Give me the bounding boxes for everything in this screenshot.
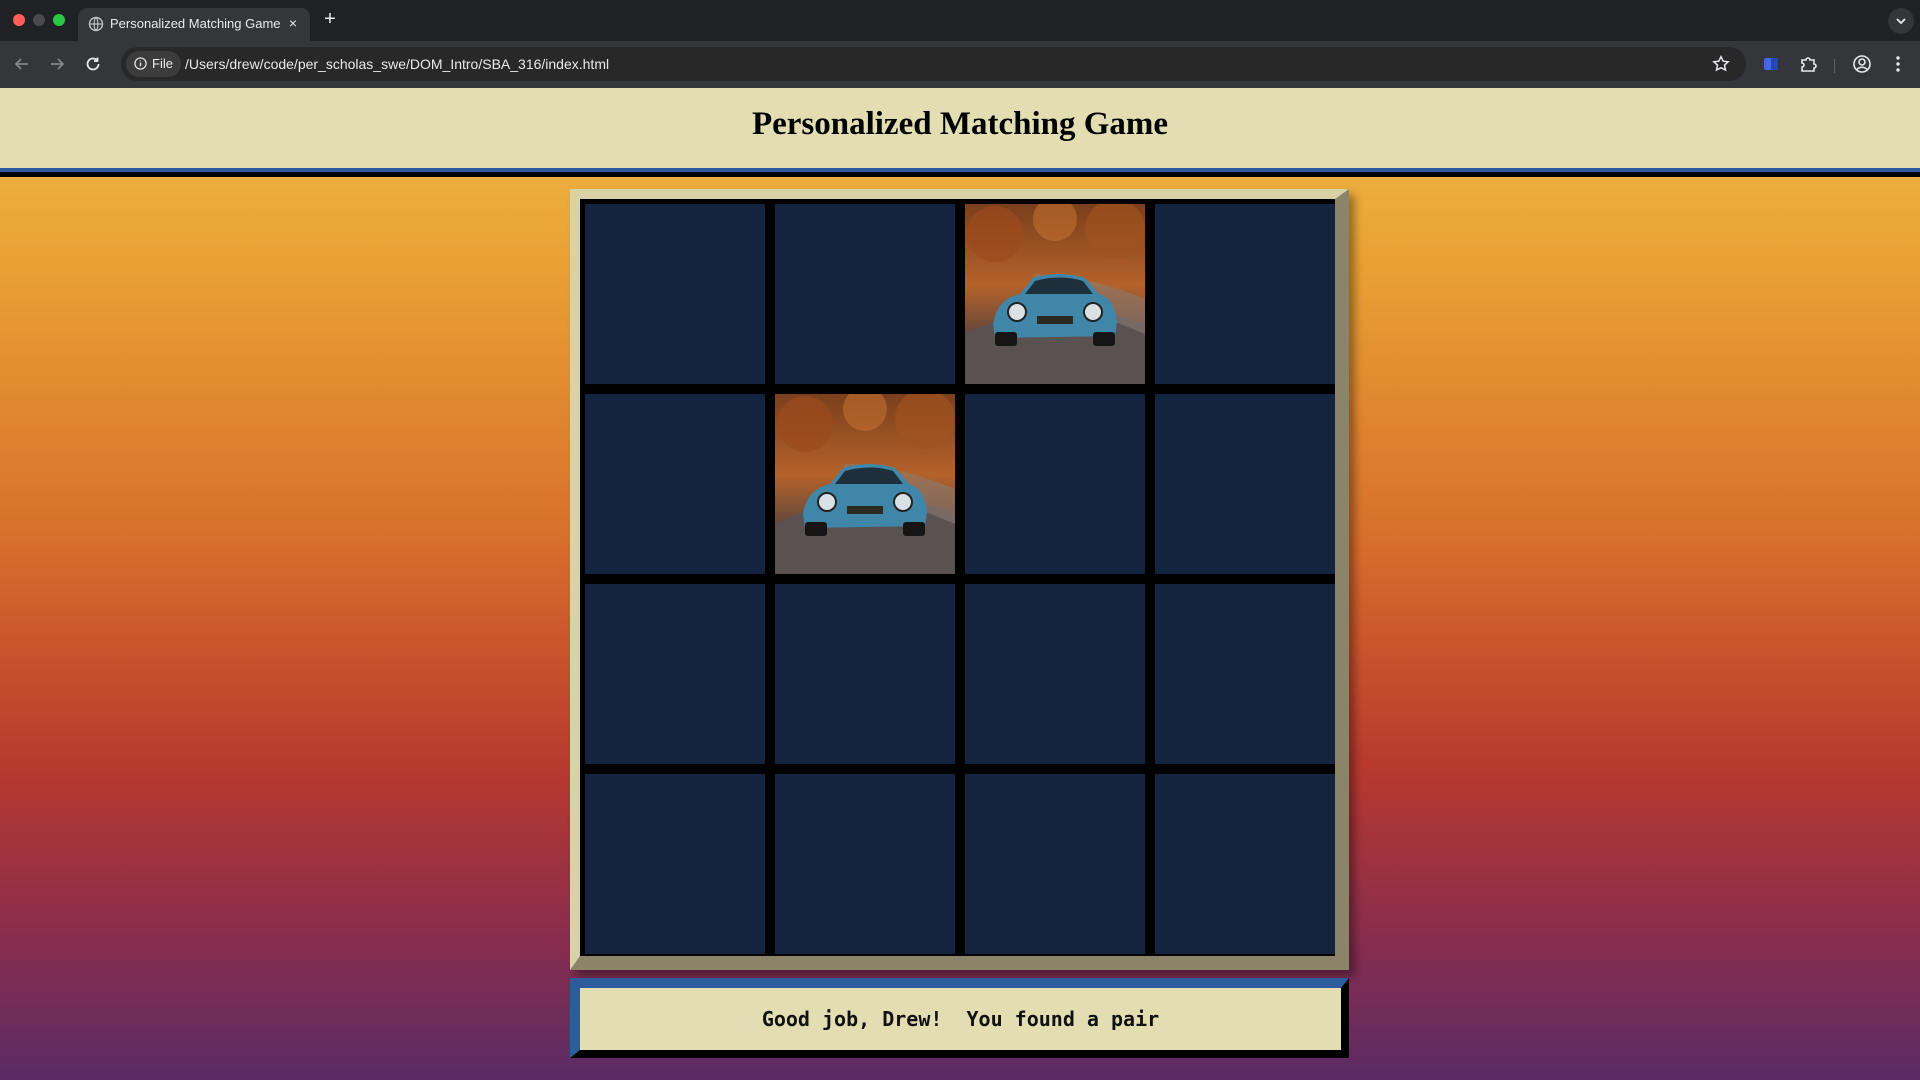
car-image — [775, 394, 955, 574]
address-bar[interactable]: File /Users/drew/code/per_scholas_swe/DO… — [121, 47, 1746, 81]
forward-button[interactable] — [44, 51, 70, 77]
card-r4-c1[interactable] — [585, 774, 765, 954]
tab-search-button[interactable] — [1888, 8, 1914, 34]
close-window-button[interactable] — [13, 14, 25, 26]
arrow-left-icon — [14, 58, 28, 70]
card-r4-c2[interactable] — [775, 774, 955, 954]
site-chip-label: File — [152, 56, 173, 71]
minimize-window-button[interactable] — [33, 14, 45, 26]
kebab-menu-icon[interactable] — [1886, 52, 1910, 76]
page-title: Personalized Matching Game — [751, 106, 1169, 142]
game-board — [570, 189, 1349, 970]
reload-icon — [86, 57, 100, 71]
browser-tab-bar: Personalized Matching Game × + — [0, 0, 1920, 41]
card-r2-c3[interactable] — [965, 394, 1145, 574]
card-r3-c4[interactable] — [1155, 584, 1335, 764]
reload-button[interactable] — [80, 51, 106, 77]
profile-icon[interactable] — [1850, 52, 1874, 76]
toolbar-divider — [1834, 59, 1835, 73]
url-text[interactable]: /Users/drew/code/per_scholas_swe/DOM_Int… — [185, 56, 609, 72]
bookmark-star-icon[interactable] — [1710, 53, 1732, 75]
new-tab-button[interactable]: + — [318, 8, 342, 32]
card-r3-c2[interactable] — [775, 584, 955, 764]
card-r2-c4[interactable] — [1155, 394, 1335, 574]
globe-icon — [88, 16, 104, 32]
card-r3-c1[interactable] — [585, 584, 765, 764]
card-r2-c2[interactable] — [775, 394, 955, 574]
chevron-down-icon — [1896, 18, 1906, 25]
car-image — [965, 204, 1145, 384]
page-viewport: Personalized Matching Game Good job, Dre… — [0, 88, 1920, 1080]
card-r3-c3[interactable] — [965, 584, 1145, 764]
card-r1-c2[interactable] — [775, 204, 955, 384]
browser-toolbar: File /Users/drew/code/per_scholas_swe/DO… — [0, 41, 1920, 88]
browser-tab[interactable]: Personalized Matching Game × — [78, 8, 310, 41]
card-r1-c4[interactable] — [1155, 204, 1335, 384]
status-message: Good job, Drew! You found a pair — [761, 1007, 1160, 1031]
info-icon — [134, 57, 147, 70]
site-info-chip[interactable]: File — [126, 51, 181, 77]
tab-title: Personalized Matching Game — [110, 16, 281, 31]
card-r1-c3[interactable] — [965, 204, 1145, 384]
arrow-right-icon — [51, 58, 65, 70]
puzzle-icon[interactable] — [1796, 52, 1820, 76]
card-r1-c1[interactable] — [585, 204, 765, 384]
card-grid — [585, 204, 1335, 954]
page-header: Personalized Matching Game — [0, 88, 1920, 168]
maximize-window-button[interactable] — [53, 14, 65, 26]
card-r4-c4[interactable] — [1155, 774, 1335, 954]
close-tab-icon[interactable]: × — [284, 14, 302, 32]
message-panel: Good job, Drew! You found a pair — [570, 978, 1349, 1058]
extension-icon[interactable] — [1759, 52, 1783, 76]
card-r4-c3[interactable] — [965, 774, 1145, 954]
header-divider — [0, 168, 1920, 177]
card-r2-c1[interactable] — [585, 394, 765, 574]
back-button[interactable] — [9, 51, 35, 77]
